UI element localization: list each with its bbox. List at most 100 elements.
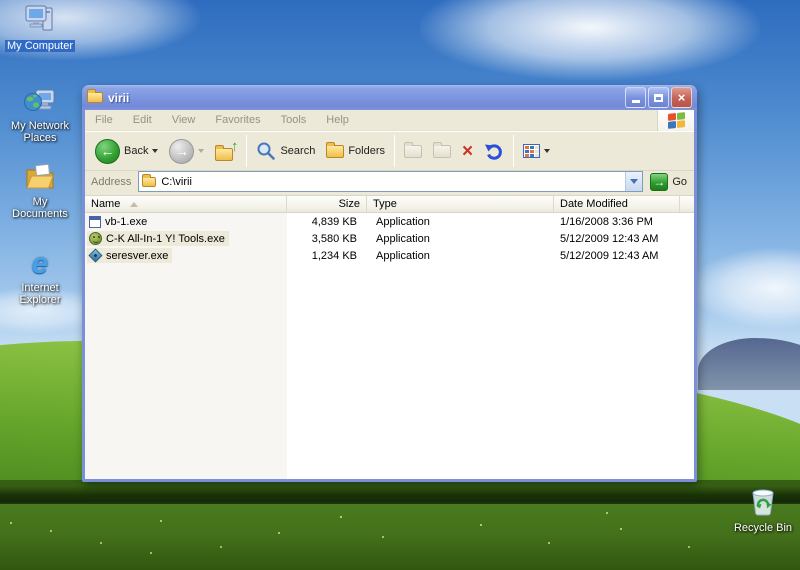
column-header-size[interactable]: Size	[287, 196, 367, 212]
back-dropdown-icon	[152, 149, 158, 153]
file-row[interactable]: seresver.exe 1,234 KB Application 5/12/2…	[85, 247, 694, 264]
folders-button[interactable]: Folders	[321, 143, 390, 160]
wallpaper-cloud	[690, 248, 800, 328]
wallpaper-mountains	[698, 338, 800, 390]
folders-label: Folders	[348, 145, 385, 157]
folders-icon	[326, 145, 344, 158]
address-label: Address	[91, 176, 131, 188]
address-value: C:\virii	[161, 176, 192, 188]
wallpaper-cloud	[420, 0, 760, 80]
toolbar: ← Back → ↑	[85, 131, 694, 171]
my-documents-icon	[2, 160, 78, 194]
desktop-icon-my-documents[interactable]: My Documents	[2, 160, 78, 222]
file-date-modified: 5/12/2009 12:43 AM	[554, 233, 680, 245]
file-size: 1,234 KB	[287, 250, 367, 262]
minimize-button[interactable]	[625, 87, 646, 108]
up-button[interactable]: ↑	[210, 138, 242, 164]
window-body: File Edit View Favorites Tools Help ← Ba…	[85, 110, 694, 479]
menu-file[interactable]: File	[85, 114, 123, 126]
file-size: 3,580 KB	[287, 233, 367, 245]
toolbar-separator	[394, 135, 395, 167]
desktop-icon-my-network-places[interactable]: My Network Places	[2, 84, 78, 146]
forward-dropdown-icon	[198, 149, 204, 153]
delete-button[interactable]: ×	[457, 140, 478, 163]
smiley-application-icon	[89, 232, 102, 245]
back-icon: ←	[95, 139, 120, 164]
menu-help[interactable]: Help	[316, 114, 359, 126]
file-type: Application	[367, 233, 554, 245]
desktop-icon-label: My Computer	[5, 40, 75, 52]
recycle-bin-icon	[725, 484, 800, 518]
file-size: 4,839 KB	[287, 216, 367, 228]
menu-edit[interactable]: Edit	[123, 114, 162, 126]
file-name: seresver.exe	[106, 250, 168, 262]
desktop-icon-my-computer[interactable]: My Computer	[2, 2, 78, 54]
address-bar: Address C:\virii → Go	[85, 171, 694, 196]
undo-icon	[484, 141, 504, 161]
maximize-button[interactable]	[648, 87, 669, 108]
go-label: Go	[672, 176, 687, 188]
views-icon	[523, 144, 540, 158]
delete-icon: ×	[462, 142, 473, 161]
undo-button[interactable]	[479, 139, 509, 163]
file-row[interactable]: C-K All-In-1 Y! Tools.exe 3,580 KB Appli…	[85, 230, 694, 247]
file-type: Application	[367, 216, 554, 228]
explorer-window: virii × File Edit View Favorites Tools H…	[82, 85, 697, 482]
address-input[interactable]: C:\virii	[138, 171, 643, 192]
column-header-type[interactable]: Type	[367, 196, 554, 212]
views-dropdown-icon	[544, 149, 550, 153]
wallpaper-flowers	[10, 522, 12, 524]
file-row[interactable]: vb-1.exe 4,839 KB Application 1/16/2008 …	[85, 213, 694, 230]
back-button[interactable]: ← Back	[90, 137, 163, 166]
desktop-icon-internet-explorer[interactable]: e Internet Explorer	[2, 246, 78, 308]
forward-button[interactable]: →	[164, 137, 209, 166]
toolbar-separator	[246, 135, 247, 167]
file-list: Name Size Type Date Modified	[85, 196, 694, 479]
move-to-icon	[404, 145, 422, 158]
desktop-icon-label: My Documents	[2, 196, 78, 220]
chevron-down-icon	[630, 179, 638, 184]
address-dropdown-button[interactable]	[625, 172, 642, 191]
minimize-icon	[632, 100, 640, 103]
diamond-application-icon	[88, 248, 102, 262]
column-header-name[interactable]: Name	[85, 196, 287, 212]
sort-ascending-icon	[130, 202, 138, 207]
close-button[interactable]: ×	[671, 87, 692, 108]
move-to-button[interactable]	[399, 143, 427, 160]
desktop-icon-recycle-bin[interactable]: Recycle Bin	[725, 484, 800, 536]
window-folder-icon	[87, 92, 103, 103]
back-label: Back	[124, 145, 148, 157]
my-computer-icon	[2, 2, 78, 36]
column-header-filler	[680, 196, 694, 212]
search-icon	[256, 141, 276, 161]
my-network-places-icon	[2, 84, 78, 118]
close-icon: ×	[678, 91, 686, 104]
maximize-icon	[654, 94, 663, 102]
copy-to-button[interactable]	[428, 143, 456, 160]
search-button[interactable]: Search	[251, 139, 320, 163]
copy-to-icon	[433, 145, 451, 158]
titlebar[interactable]: virii ×	[82, 85, 697, 110]
menu-bar: File Edit View Favorites Tools Help	[85, 110, 694, 131]
file-type: Application	[367, 250, 554, 262]
toolbar-separator	[513, 135, 514, 167]
column-headers: Name Size Type Date Modified	[85, 196, 694, 213]
forward-icon: →	[169, 139, 194, 164]
up-folder-icon: ↑	[215, 140, 237, 162]
file-name: vb-1.exe	[105, 216, 147, 228]
go-arrow-icon: →	[650, 173, 668, 191]
file-date-modified: 1/16/2008 3:36 PM	[554, 216, 680, 228]
views-button[interactable]	[518, 142, 555, 160]
menu-tools[interactable]: Tools	[271, 114, 317, 126]
desktop-icon-label: Internet Explorer	[12, 282, 68, 306]
menu-favorites[interactable]: Favorites	[205, 114, 270, 126]
menu-view[interactable]: View	[162, 114, 206, 126]
internet-explorer-icon: e	[2, 246, 78, 280]
file-date-modified: 5/12/2009 12:43 AM	[554, 250, 680, 262]
wallpaper-foreground-grass	[0, 504, 800, 570]
vb-application-icon	[89, 216, 101, 228]
go-button[interactable]: → Go	[643, 173, 691, 191]
column-header-date-modified[interactable]: Date Modified	[554, 196, 680, 212]
file-name: C-K All-In-1 Y! Tools.exe	[106, 233, 225, 245]
window-title: virii	[108, 91, 129, 105]
